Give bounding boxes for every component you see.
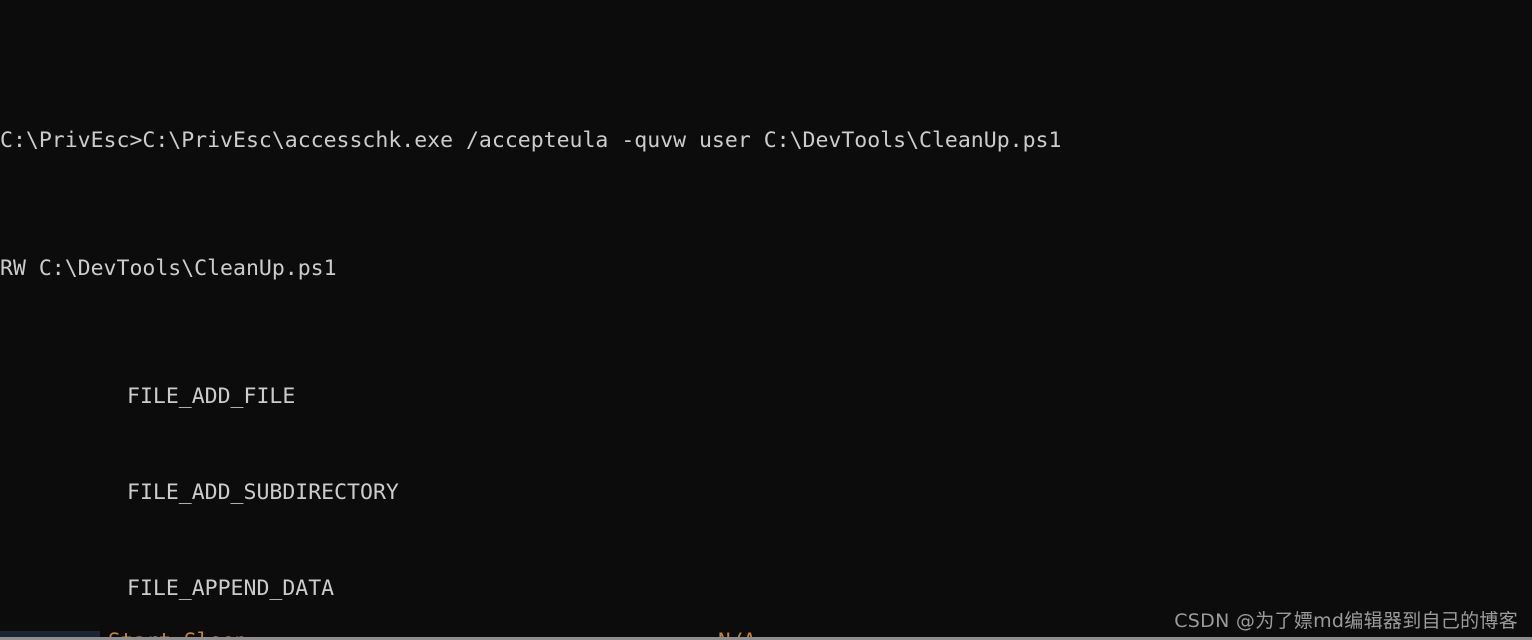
result-header-line: RW C:\DevTools\CleanUp.ps1 bbox=[0, 256, 337, 281]
console-output-buffer[interactable]: C:\PrivEsc>C:\PrivEsc\accesschk.exe /acc… bbox=[0, 0, 1532, 640]
permission-line: FILE_ADD_FILE bbox=[0, 381, 1532, 413]
csdn-watermark: CSDN @为了嫖md编辑器到自己的博客 bbox=[1174, 610, 1518, 632]
background-window-sliver[interactable]: Start-Sleep N/A bbox=[0, 631, 1532, 640]
permission-line: FILE_ADD_SUBDIRECTORY bbox=[0, 477, 1532, 509]
permission-line: FILE_APPEND_DATA bbox=[0, 573, 1532, 605]
permission-label: FILE_ADD_FILE bbox=[127, 384, 296, 409]
command-line: C:\PrivEsc>C:\PrivEsc\accesschk.exe /acc… bbox=[0, 128, 1062, 153]
permission-label: FILE_APPEND_DATA bbox=[127, 576, 335, 601]
permission-label: FILE_ADD_SUBDIRECTORY bbox=[127, 480, 399, 505]
terminal-window[interactable]: C:\PrivEsc>C:\PrivEsc\accesschk.exe /acc… bbox=[0, 0, 1532, 640]
